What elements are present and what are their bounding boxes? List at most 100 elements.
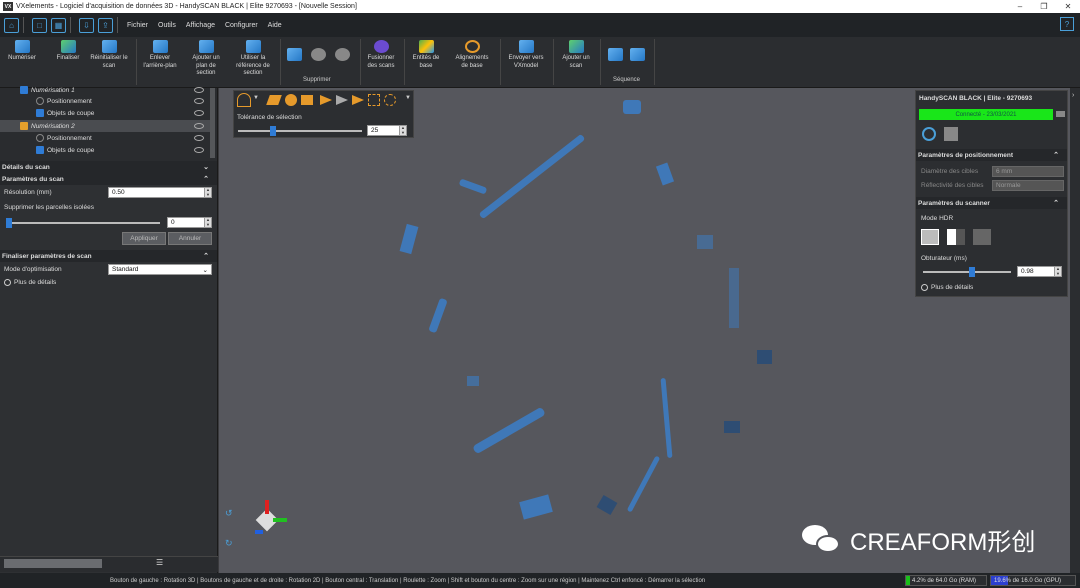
spinner-icon[interactable]: ▲ ▼ <box>1054 266 1061 276</box>
orientation-gizmo[interactable] <box>249 500 287 534</box>
lasso-icon[interactable] <box>237 93 251 107</box>
close-button[interactable]: ✕ <box>1056 2 1080 11</box>
target-icon[interactable] <box>922 127 936 141</box>
eye-icon[interactable] <box>194 87 204 93</box>
tolerance-input[interactable]: 25 ▲ ▼ <box>367 125 407 136</box>
supprimer-input[interactable]: 0 ▲ ▼ <box>167 217 212 228</box>
reinitialiser-button[interactable]: Réinitialiser le scan <box>86 40 132 70</box>
delete-sphere-button[interactable] <box>333 40 351 63</box>
spinner-icon[interactable]: ▲ ▼ <box>399 125 406 135</box>
cube-icon[interactable] <box>944 127 958 141</box>
appliquer-button[interactable]: Appliquer <box>122 232 166 245</box>
eye-icon[interactable] <box>194 123 204 129</box>
plane-select-icon[interactable] <box>301 95 313 105</box>
eye-icon[interactable] <box>194 98 204 104</box>
menu-configurer[interactable]: Configurer <box>225 22 258 29</box>
plus-details-right[interactable]: Plus de détails <box>921 284 973 291</box>
eye-icon[interactable] <box>194 135 204 141</box>
open-file-icon[interactable]: ▦ <box>51 17 66 33</box>
hdr-high-button[interactable] <box>973 229 991 245</box>
enlever-arriere-plan-button[interactable]: Enlever l'arrière-plan <box>138 40 182 70</box>
envoyer-vxmodel-button[interactable]: Envoyer vers VXmodel <box>503 40 549 70</box>
tree-scrollbar[interactable] <box>210 88 215 158</box>
menu-outils[interactable]: Outils <box>158 22 176 29</box>
scanned-part-cap <box>596 494 618 516</box>
spinner-icon[interactable]: ▲ ▼ <box>204 217 211 227</box>
menu-affichage[interactable]: Affichage <box>186 22 215 29</box>
select-through-icon[interactable] <box>352 95 364 105</box>
obturateur-input[interactable]: 0.98 ▲ ▼ <box>1017 266 1062 277</box>
slider-handle[interactable] <box>270 126 276 136</box>
invert-select-icon[interactable] <box>320 95 332 105</box>
tree-item-numerisation-2[interactable]: Numérisation 2 <box>0 120 210 132</box>
details-header[interactable]: Détails du scan ⌄ <box>0 161 217 173</box>
diametre-select[interactable]: 6 mm <box>992 166 1064 177</box>
finaliser-button[interactable]: Finaliser <box>52 40 84 63</box>
slider-handle[interactable] <box>969 267 975 277</box>
hdr-off-button[interactable] <box>921 229 939 245</box>
horizontal-scrollbar[interactable] <box>4 559 102 568</box>
eye-icon[interactable] <box>194 110 204 116</box>
menu-aide[interactable]: Aide <box>268 22 282 29</box>
help-icon[interactable]: ? <box>1060 17 1074 31</box>
tree-item-positionnement-2[interactable]: Positionnement <box>0 132 210 144</box>
annuler-button[interactable]: Annuler <box>168 232 212 245</box>
scanner-params-header[interactable]: Paramètres du scanner ⌃ <box>916 197 1067 209</box>
save-icon[interactable]: ⇩ <box>79 17 94 33</box>
params-header[interactable]: Paramètres du scan ⌃ <box>0 173 217 185</box>
mouse-hint: Bouton de gauche : Rotation 3D | Boutons… <box>110 577 706 584</box>
scanner-panel: HandySCAN BLACK | Elite - 9270693 Connec… <box>915 90 1068 297</box>
chevron-right-icon[interactable]: › <box>1072 92 1074 99</box>
new-file-icon[interactable]: □ <box>32 17 47 33</box>
obturateur-slider[interactable] <box>923 267 1011 277</box>
sequence-edit-icon <box>629 48 645 61</box>
cut-objects-icon <box>36 146 44 154</box>
resolution-input[interactable]: 0.50 ▲ ▼ <box>108 187 212 198</box>
reflectivite-select[interactable]: Normale <box>992 180 1064 191</box>
select-region-icon[interactable] <box>384 94 396 106</box>
surface-select-icon[interactable] <box>266 95 282 105</box>
scanned-part-connector <box>724 421 740 433</box>
supprimer-slider[interactable] <box>6 218 160 228</box>
eye-icon[interactable] <box>194 147 204 153</box>
ajouter-plan-button[interactable]: Ajouter un plan de section <box>186 40 226 78</box>
delete-selection-button[interactable] <box>285 40 303 63</box>
finalize-icon <box>60 40 76 53</box>
rotate-ccw-icon[interactable]: ↺ <box>225 508 233 519</box>
slider-handle[interactable] <box>6 218 12 228</box>
mode-select[interactable]: Standard ⌄ <box>108 264 212 275</box>
fusionner-button[interactable]: Fusionner des scans <box>362 40 400 70</box>
chevron-down-icon[interactable]: ▼ <box>405 95 411 101</box>
ajouter-scan-button[interactable]: Ajouter un scan <box>556 40 596 70</box>
list-icon[interactable]: ☰ <box>156 558 163 567</box>
supprimer-group-label: Supprimer <box>303 77 331 83</box>
obturateur-label: Obturateur (ms) <box>921 255 967 262</box>
plus-details-left[interactable]: Plus de détails <box>0 277 217 288</box>
minimize-button[interactable]: – <box>1008 2 1032 11</box>
utiliser-reference-button[interactable]: Utiliser la référence de section <box>230 40 276 78</box>
entites-button[interactable]: Entités de base <box>407 40 445 70</box>
chevron-down-icon[interactable]: ▼ <box>253 95 259 101</box>
positioning-params-header[interactable]: Paramètres de positionnement ⌃ <box>916 149 1067 161</box>
spinner-icon[interactable]: ▲ ▼ <box>204 187 211 197</box>
hdr-mid-button[interactable] <box>947 229 965 245</box>
menu-fichier[interactable]: Fichier <box>127 22 148 29</box>
finaliser-header[interactable]: Finaliser paramètres de scan ⌃ <box>0 250 217 262</box>
delete-points-button[interactable] <box>309 40 327 63</box>
sphere-select-icon[interactable] <box>285 94 297 106</box>
select-all-icon[interactable] <box>368 94 380 106</box>
rotate-cw-icon[interactable]: ↻ <box>225 538 233 549</box>
deselect-icon[interactable] <box>336 95 348 105</box>
sequence-add-button[interactable] <box>606 40 624 63</box>
sequence-edit-button[interactable] <box>628 40 646 63</box>
home-icon[interactable]: ⌂ <box>4 17 19 33</box>
alignements-button[interactable]: Alignements de base <box>449 40 495 70</box>
right-collapse-strip[interactable]: › <box>1070 88 1080 573</box>
numeriser-button[interactable]: Numériser <box>4 40 40 63</box>
maximize-button[interactable]: ❐ <box>1032 2 1056 11</box>
tree-item-objets-coupe[interactable]: Objets de coupe <box>0 107 210 119</box>
tolerance-slider[interactable] <box>238 126 362 136</box>
save-as-icon[interactable]: ⇪ <box>98 17 113 33</box>
tree-item-positionnement[interactable]: Positionnement <box>0 95 210 107</box>
tree-item-objets-coupe-2[interactable]: Objets de coupe <box>0 144 210 156</box>
